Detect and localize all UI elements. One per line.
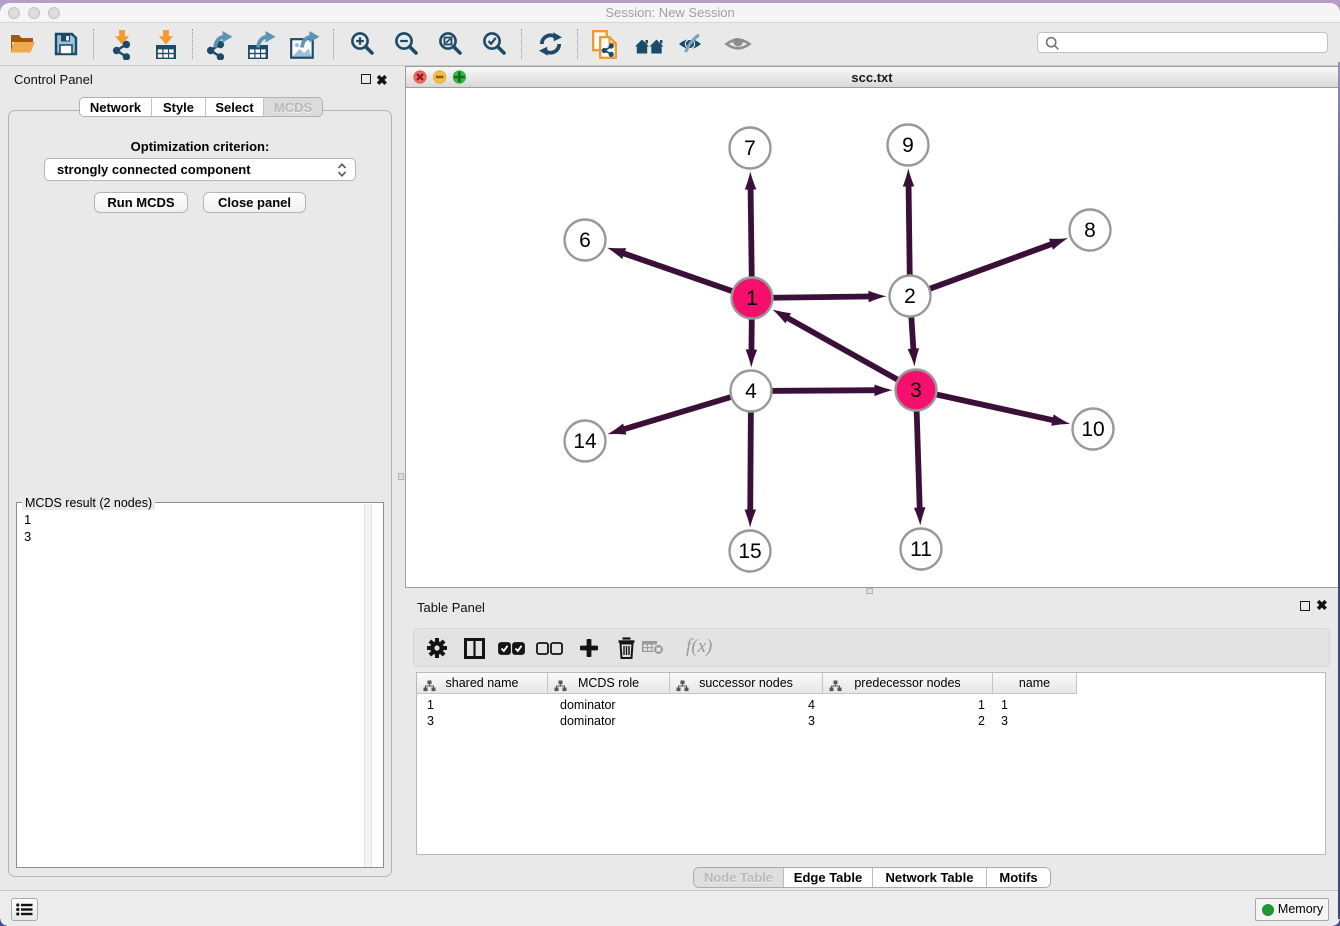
svg-text:15: 15	[738, 540, 761, 563]
svg-text:6: 6	[579, 229, 591, 252]
svg-text:14: 14	[573, 430, 597, 453]
svg-text:3: 3	[910, 379, 922, 402]
svg-text:1: 1	[746, 287, 758, 310]
svg-text:9: 9	[902, 134, 914, 157]
svg-text:8: 8	[1084, 219, 1096, 242]
svg-text:7: 7	[744, 137, 756, 160]
svg-text:2: 2	[904, 285, 916, 308]
svg-text:4: 4	[745, 380, 757, 403]
svg-text:11: 11	[910, 538, 932, 561]
svg-text:10: 10	[1081, 418, 1104, 441]
